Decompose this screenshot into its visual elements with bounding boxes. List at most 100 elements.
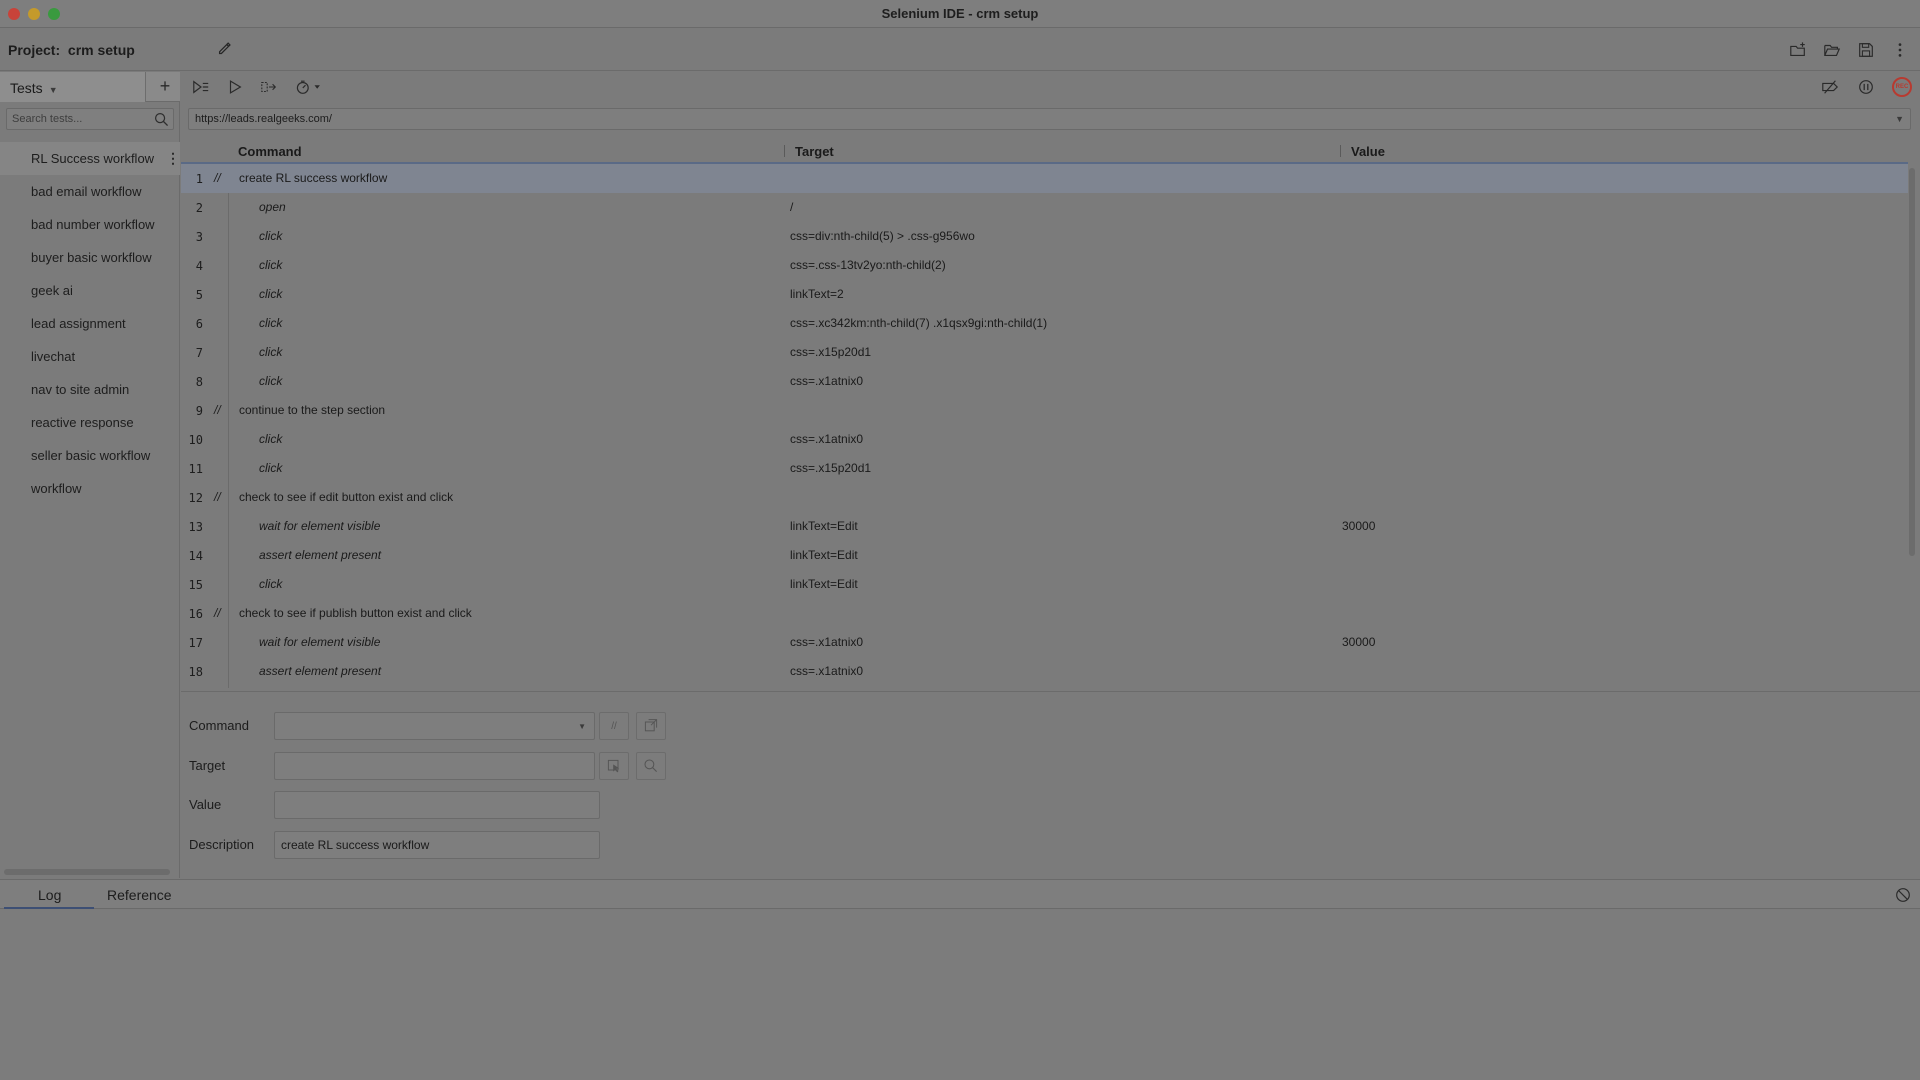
test-item[interactable]: livechat bbox=[0, 340, 180, 373]
chevron-down-icon[interactable]: ▼ bbox=[1895, 114, 1904, 124]
table-row[interactable]: 10 click css=.x1atnix0 bbox=[181, 425, 1908, 454]
row-number: 3 bbox=[195, 230, 203, 244]
value-input[interactable] bbox=[275, 792, 599, 818]
row-target: css=.x15p20d1 bbox=[790, 461, 872, 475]
table-row[interactable]: 14 assert element present linkText=Edit bbox=[181, 541, 1908, 570]
test-item[interactable]: bad number workflow bbox=[0, 208, 180, 241]
test-item-label: RL Success workflow bbox=[31, 151, 155, 166]
table-row[interactable]: 11 click css=.x15p20d1 bbox=[181, 454, 1908, 483]
table-row[interactable]: 12 // check to see if edit button exist an… bbox=[181, 483, 1908, 512]
table-header: Command Target Value bbox=[181, 140, 1908, 164]
row-command: wait for element visible bbox=[259, 635, 381, 649]
test-item[interactable]: lead assignment bbox=[0, 307, 180, 340]
command-input[interactable] bbox=[275, 713, 594, 739]
row-target: / bbox=[790, 200, 794, 214]
table-row[interactable]: 9 // continue to the step section bbox=[181, 396, 1908, 425]
test-item[interactable]: reactive response bbox=[0, 406, 180, 439]
table-row[interactable]: 4 click css=.css-13tv2yo:nth-child(2) bbox=[181, 251, 1908, 280]
open-project-icon[interactable] bbox=[1822, 40, 1842, 60]
test-item-label: bad number workflow bbox=[31, 217, 155, 232]
table-row[interactable]: 15 click linkText=Edit bbox=[181, 570, 1908, 599]
tests-dropdown[interactable]: Tests ▼ bbox=[0, 72, 146, 102]
add-test-button[interactable]: + bbox=[156, 77, 174, 95]
select-target-button[interactable] bbox=[599, 752, 629, 780]
test-item[interactable]: bad email workflow bbox=[0, 175, 180, 208]
record-button[interactable]: REC bbox=[1892, 77, 1912, 97]
find-target-button[interactable] bbox=[636, 752, 666, 780]
description-input[interactable] bbox=[275, 832, 599, 858]
row-command: assert element present bbox=[259, 664, 382, 678]
pause-on-exceptions-icon[interactable] bbox=[1856, 77, 1876, 97]
chevron-down-icon[interactable]: ▼ bbox=[578, 722, 586, 731]
test-item[interactable]: workflow bbox=[0, 472, 180, 505]
step-over-icon[interactable] bbox=[259, 77, 279, 97]
table-row[interactable]: 18 assert element present css=.x1atnix0 bbox=[181, 657, 1908, 686]
test-item[interactable]: nav to site admin bbox=[0, 373, 180, 406]
run-current-test-icon[interactable] bbox=[225, 77, 245, 97]
table-row[interactable]: 8 click css=.x1atnix0 bbox=[181, 367, 1908, 396]
table-row[interactable]: 1 // create RL success workflow bbox=[181, 164, 1908, 193]
column-resizer[interactable] bbox=[784, 145, 785, 157]
base-url-input[interactable] bbox=[189, 109, 1879, 129]
row-number: 16 bbox=[188, 607, 203, 621]
table-row[interactable]: 5 click linkText=2 bbox=[181, 280, 1908, 309]
save-project-icon[interactable] bbox=[1856, 40, 1876, 60]
sidebar-horizontal-scrollbar[interactable] bbox=[4, 869, 170, 875]
table-row[interactable]: 17 wait for element visible css=.x1atnix0 3… bbox=[181, 628, 1908, 657]
project-name[interactable]: crm setup bbox=[68, 42, 135, 58]
row-command: click bbox=[259, 258, 283, 272]
table-row[interactable]: 2 open / bbox=[181, 193, 1908, 222]
test-item[interactable]: seller basic workflow bbox=[0, 439, 180, 472]
open-reference-button[interactable] bbox=[636, 712, 666, 740]
row-target: linkText=Edit bbox=[790, 519, 858, 533]
open-external-icon bbox=[644, 719, 658, 732]
value-label: Value bbox=[189, 797, 222, 812]
console-tabs: Log Reference bbox=[0, 879, 1920, 909]
column-header-value: Value bbox=[1351, 144, 1385, 159]
row-command: open bbox=[259, 200, 286, 214]
tab-reference[interactable]: Reference bbox=[107, 887, 172, 903]
find-target-icon bbox=[644, 759, 657, 772]
test-item[interactable]: buyer basic workflow bbox=[0, 241, 180, 274]
row-number: 8 bbox=[195, 375, 203, 389]
column-resizer[interactable] bbox=[1340, 145, 1341, 157]
tests-sidebar: Tests ▼ + RL Success workflow ⋮ bad email … bbox=[0, 72, 180, 878]
window-title: Selenium IDE - crm setup bbox=[881, 6, 1039, 21]
row-number: 4 bbox=[195, 259, 203, 273]
test-item-label: nav to site admin bbox=[31, 382, 130, 397]
run-controls bbox=[191, 77, 327, 97]
row-number: 12 bbox=[188, 491, 203, 505]
edit-project-name-icon[interactable] bbox=[216, 40, 236, 60]
table-row[interactable]: 16 // check to see if publish button exist… bbox=[181, 599, 1908, 628]
new-project-icon[interactable] bbox=[1788, 40, 1808, 60]
table-row[interactable]: 7 click css=.x15p20d1 bbox=[181, 338, 1908, 367]
run-toolbar: REC bbox=[181, 72, 1920, 102]
test-item-label: livechat bbox=[31, 349, 76, 364]
clear-log-icon[interactable] bbox=[1894, 886, 1912, 904]
table-row[interactable]: 6 click css=.xc342km:nth-child(7) .x1qsx9g… bbox=[181, 309, 1908, 338]
more-options-icon[interactable] bbox=[1890, 40, 1910, 60]
speed-timer-icon[interactable] bbox=[293, 77, 327, 97]
scrollbar-thumb[interactable] bbox=[1909, 168, 1915, 556]
row-number: 17 bbox=[188, 636, 203, 650]
toggle-comment-button[interactable]: // bbox=[599, 712, 629, 740]
target-input[interactable] bbox=[275, 753, 594, 779]
test-item[interactable]: RL Success workflow ⋮ bbox=[0, 142, 180, 175]
disable-breakpoints-icon[interactable] bbox=[1820, 77, 1840, 97]
value-field bbox=[274, 791, 600, 819]
command-label: Command bbox=[189, 718, 249, 733]
project-title: Project: crm setup bbox=[8, 42, 135, 58]
description-label: Description bbox=[189, 837, 255, 852]
tab-log[interactable]: Log bbox=[38, 887, 61, 903]
search-icon[interactable] bbox=[154, 112, 169, 127]
test-item[interactable]: geek ai bbox=[0, 274, 180, 307]
table-row[interactable]: 3 click css=div:nth-child(5) > .css-g956wo bbox=[181, 222, 1908, 251]
table-row[interactable]: 13 wait for element visible linkText=Edit 3… bbox=[181, 512, 1908, 541]
row-number: 7 bbox=[195, 346, 203, 360]
table-vertical-scrollbar[interactable] bbox=[1908, 166, 1916, 688]
comment-marker: // bbox=[214, 606, 221, 620]
run-all-tests-icon[interactable] bbox=[191, 77, 211, 97]
test-options-icon[interactable]: ⋮ bbox=[166, 142, 180, 175]
search-tests-input[interactable] bbox=[7, 109, 147, 129]
row-target: css=.x1atnix0 bbox=[790, 374, 864, 388]
